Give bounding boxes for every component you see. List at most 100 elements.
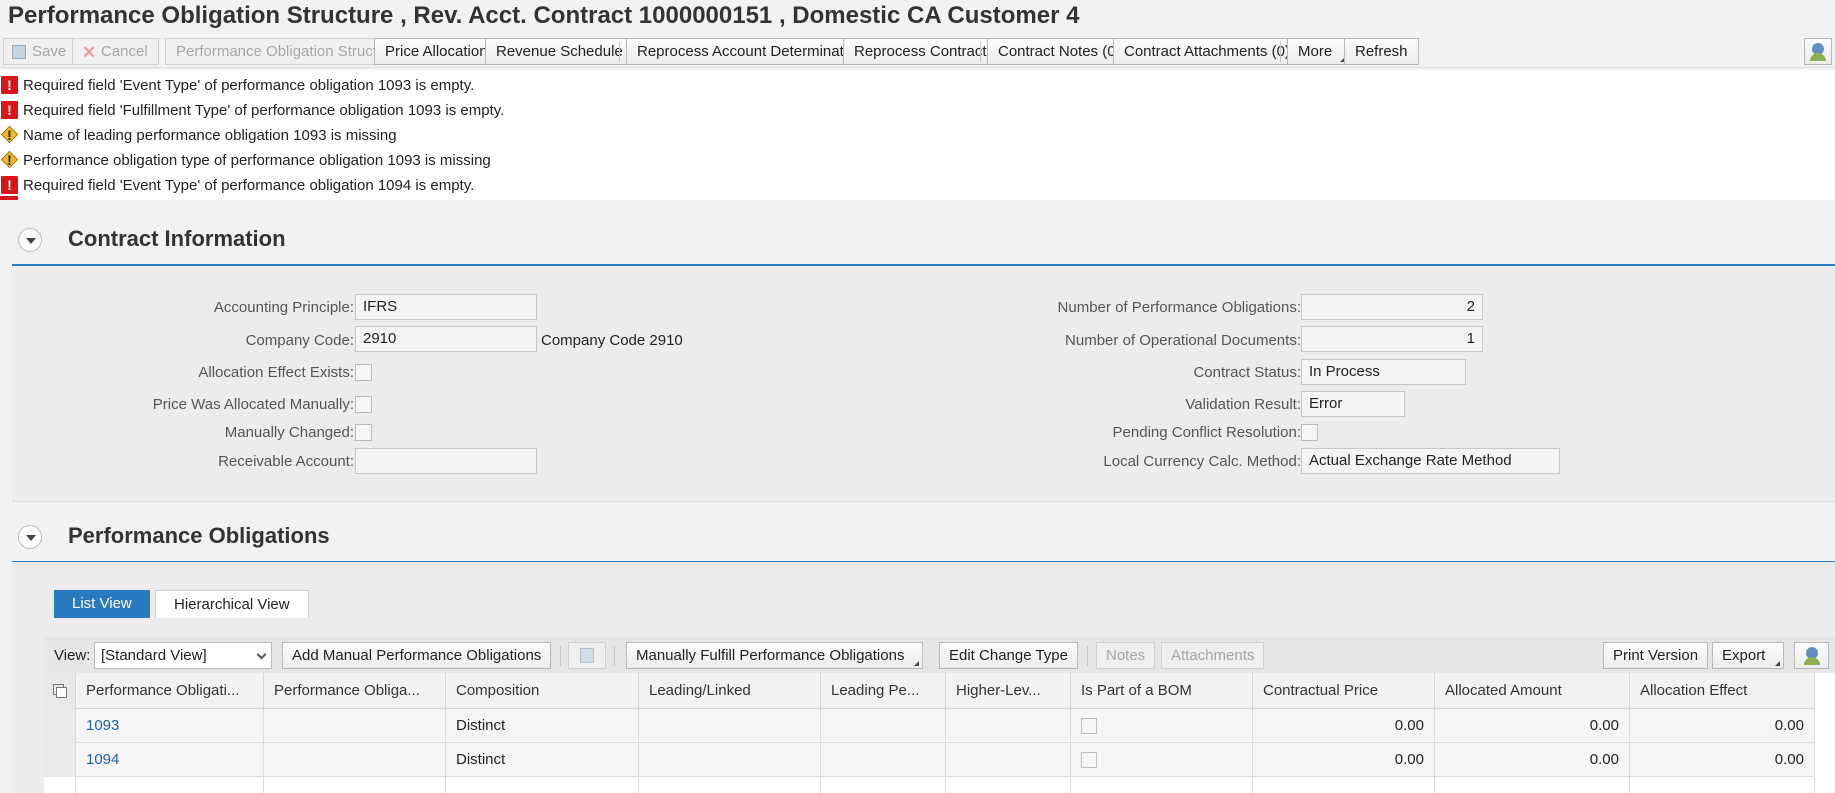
leading-pe-cell: [821, 709, 946, 743]
delete-button[interactable]: [568, 642, 606, 669]
table-settings-button[interactable]: [1794, 642, 1829, 669]
column-header[interactable]: Is Part of a BOM: [1071, 673, 1253, 709]
allocation-effect-checkbox[interactable]: [355, 364, 372, 381]
local-currency-method-label: Local Currency Calc. Method:: [1103, 453, 1301, 470]
contract-status-field[interactable]: In Process: [1301, 359, 1466, 385]
select-all-button[interactable]: [44, 673, 76, 709]
column-header[interactable]: Leading/Linked: [639, 673, 821, 709]
price-allocated-manually-checkbox[interactable]: [355, 396, 372, 413]
reprocess-contract-button[interactable]: Reprocess Contract: [843, 38, 998, 65]
composition-cell: Distinct: [446, 709, 639, 743]
allocated-amount-cell: 0.00: [1435, 743, 1630, 777]
export-button[interactable]: Export: [1712, 642, 1785, 669]
receivable-account-label: Receivable Account:: [218, 453, 354, 470]
toolbar-separator: [560, 646, 561, 666]
row-selector[interactable]: [44, 709, 76, 743]
leading-linked-cell: [639, 743, 821, 777]
add-manual-obligations-button[interactable]: Add Manual Performance Obligations: [282, 642, 552, 669]
cancel-button[interactable]: ✕ Cancel: [72, 38, 159, 65]
error-icon: !: [1, 76, 18, 94]
bom-cell: [1071, 743, 1253, 777]
print-version-button[interactable]: Print Version: [1603, 642, 1709, 669]
empty-cell: [1630, 777, 1815, 793]
warning-icon: !: [0, 125, 19, 144]
section-divider: [12, 264, 1835, 266]
view-label: View:: [54, 647, 91, 664]
main-toolbar: Save ✕ Cancel Performance Obligation Str…: [0, 34, 1835, 68]
row-selector[interactable]: [44, 777, 76, 793]
bom-checkbox[interactable]: [1081, 752, 1097, 768]
column-header[interactable]: Contractual Price: [1253, 673, 1435, 709]
toolbar-separator: [1087, 646, 1088, 666]
empty-cell: [264, 777, 446, 793]
contract-notes-button[interactable]: Contract Notes (0): [987, 38, 1132, 65]
table-row[interactable]: 1093 Distinct 0.00 0.00 0.00: [44, 709, 1815, 743]
validation-result-label: Validation Result:: [1185, 396, 1301, 413]
composition-cell: Distinct: [446, 743, 639, 777]
leading-linked-cell: [639, 709, 821, 743]
empty-cell: [946, 777, 1071, 793]
column-header[interactable]: Leading Pe...: [821, 673, 946, 709]
bom-checkbox[interactable]: [1081, 718, 1097, 734]
price-allocation-button[interactable]: Price Allocation: [374, 38, 499, 65]
title-bar: Performance Obligation Structure , Rev. …: [0, 0, 1835, 32]
empty-cell: [1435, 777, 1630, 793]
num-operational-documents-field[interactable]: 1: [1301, 326, 1483, 352]
message-area: ! Required field 'Event Type' of perform…: [0, 70, 1835, 200]
message-item: ! Required field 'Event Type' of perform…: [0, 74, 900, 96]
row-selector[interactable]: [44, 743, 76, 777]
trash-icon: [580, 648, 594, 663]
num-performance-obligations-field[interactable]: 2: [1301, 294, 1483, 320]
manually-fulfill-button[interactable]: Manually Fulfill Performance Obligations: [626, 642, 924, 669]
contractual-price-cell: 0.00: [1253, 709, 1435, 743]
performance-obligation-structure-button[interactable]: Performance Obligation Structure: [165, 38, 410, 65]
table-row-empty: [44, 777, 1815, 793]
refresh-button[interactable]: Refresh: [1344, 38, 1419, 65]
local-currency-method-field[interactable]: Actual Exchange Rate Method: [1301, 448, 1560, 474]
company-code-field[interactable]: 2910: [355, 326, 537, 352]
pending-conflict-checkbox[interactable]: [1301, 424, 1318, 441]
collapse-perf-obligations-button[interactable]: [18, 525, 42, 549]
company-code-description: Company Code 2910: [541, 332, 683, 349]
notes-button[interactable]: Notes: [1096, 642, 1156, 669]
revenue-schedule-button[interactable]: Revenue Schedule: [485, 38, 634, 65]
manually-changed-checkbox[interactable]: [355, 424, 372, 441]
more-button[interactable]: More: [1287, 38, 1350, 65]
edit-change-type-button[interactable]: Edit Change Type: [939, 642, 1078, 669]
column-header[interactable]: Performance Obliga...: [264, 673, 446, 709]
perf-obligation-id-link[interactable]: 1094: [76, 743, 264, 777]
error-icon: !: [1, 101, 18, 119]
attachments-button[interactable]: Attachments: [1161, 642, 1265, 669]
leading-pe-cell: [821, 743, 946, 777]
message-item: ! Performance obligation type of perform…: [0, 149, 900, 171]
receivable-account-field[interactable]: [355, 448, 537, 474]
error-icon: [0, 196, 18, 200]
contract-attachments-button[interactable]: Contract Attachments (0): [1113, 38, 1301, 65]
validation-result-field[interactable]: Error: [1301, 391, 1405, 417]
table-header: Performance Obligati... Performance Obli…: [44, 673, 1815, 709]
num-operational-documents-label: Number of Operational Documents:: [1065, 332, 1301, 349]
column-header[interactable]: Composition: [446, 673, 639, 709]
empty-cell: [446, 777, 639, 793]
personalize-button[interactable]: [1804, 38, 1832, 65]
view-select[interactable]: [Standard View]: [94, 642, 272, 669]
allocation-effect-cell: 0.00: [1630, 709, 1815, 743]
column-header[interactable]: Higher-Lev...: [946, 673, 1071, 709]
reprocess-account-determination-button[interactable]: Reprocess Account Determination: [626, 38, 875, 65]
tab-list-view[interactable]: List View: [54, 590, 150, 618]
table-row[interactable]: 1094 Distinct 0.00 0.00 0.00: [44, 743, 1815, 777]
toolbar-separator: [158, 42, 159, 62]
column-header[interactable]: Allocated Amount: [1435, 673, 1630, 709]
accounting-principle-field[interactable]: IFRS: [355, 294, 537, 320]
save-icon: [12, 45, 26, 59]
bom-cell: [1071, 709, 1253, 743]
collapse-contract-info-button[interactable]: [18, 228, 42, 252]
contract-status-label: Contract Status:: [1193, 364, 1301, 381]
higher-level-cell: [946, 743, 1071, 777]
toolbar-separator: [614, 646, 615, 666]
save-button[interactable]: Save: [3, 38, 78, 65]
column-header[interactable]: Performance Obligati...: [76, 673, 264, 709]
column-header[interactable]: Allocation Effect: [1630, 673, 1815, 709]
perf-obligation-id-link[interactable]: 1093: [76, 709, 264, 743]
tab-hierarchical-view[interactable]: Hierarchical View: [155, 590, 309, 618]
